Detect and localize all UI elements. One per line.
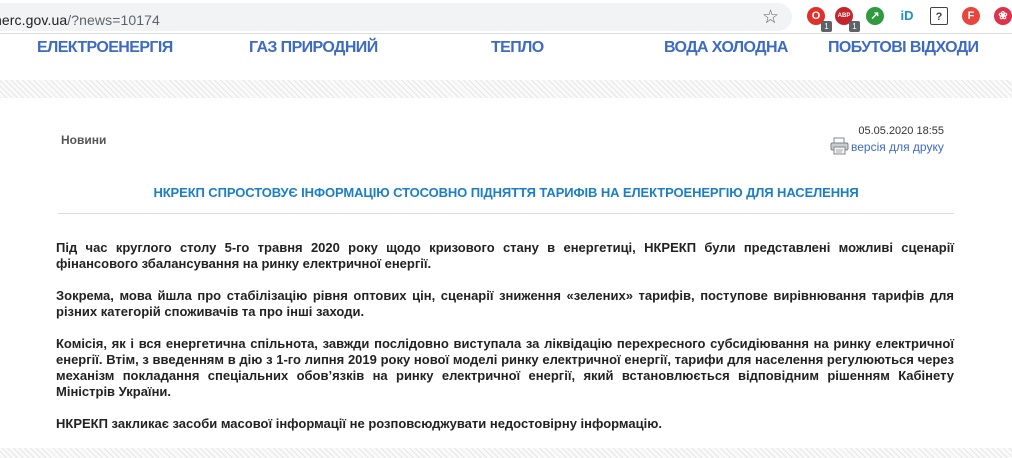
main-navigation: ЕЛЕКТРОЕНЕРГІЯ ГАЗ ПРИРОДНИЙ ТЕПЛО ВОДА … [0, 34, 1012, 80]
help-ext-glyph: ? [930, 7, 948, 25]
article-paragraph: Під час круглого столу 5-го травня 2020 … [56, 240, 954, 271]
id-ext-icon[interactable]: iD [898, 7, 918, 27]
id-ext-glyph: iD [898, 7, 916, 25]
url-path: /?news=10174 [67, 12, 160, 28]
nav-item-electricity[interactable]: ЕЛЕКТРОЕНЕРГІЯ [37, 39, 173, 57]
f-ext-glyph: F [962, 7, 980, 25]
extension-badge: 1 [849, 21, 860, 32]
article-body: Під час круглого столу 5-го травня 2020 … [56, 240, 954, 448]
title-divider [58, 213, 954, 214]
header-divider-band [0, 80, 1012, 98]
help-ext-icon[interactable]: ? [930, 7, 950, 27]
brain-ext-icon[interactable]: ❀ [994, 7, 1012, 27]
nav-item-heat[interactable]: ТЕПЛО [491, 39, 544, 57]
printer-icon [830, 137, 849, 155]
url-text[interactable]: nerc.gov.ua/?news=10174 [0, 12, 160, 28]
publication-date: 05.05.2020 18:55 [858, 125, 944, 137]
nav-item-natural-gas[interactable]: ГАЗ ПРИРОДНИЙ [249, 39, 378, 57]
privat-ext-icon[interactable]: ↗ [866, 7, 886, 27]
article-paragraph: Комісія, як і вся енергетична спільнота,… [56, 336, 954, 399]
address-bar[interactable]: e nerc.gov.ua/?news=10174 [0, 3, 792, 31]
article-paragraph: Зокрема, мова йшла про стабілізацію рівн… [56, 288, 954, 319]
brain-ext-glyph: ❀ [994, 7, 1012, 25]
nav-item-cold-water[interactable]: ВОДА ХОЛОДНА [664, 39, 788, 57]
privat-ext-glyph: ↗ [866, 7, 884, 25]
print-version-label: версія для друку [851, 140, 944, 154]
f-ext-icon[interactable]: F [962, 7, 982, 27]
bookmark-star-icon[interactable]: ☆ [762, 6, 779, 29]
adblock-ext-icon[interactable]: ABP 1 [835, 7, 860, 32]
opera-ext-icon[interactable]: O1 [807, 7, 832, 32]
extension-badge: 1 [821, 21, 832, 32]
article-title: НКРЕКП СПРОСТОВУЄ ІНФОРМАЦІЮ СТОСОВНО ПІ… [153, 185, 859, 200]
browser-toolbar: e nerc.gov.ua/?news=10174 ☆ O1ABP1 ↗ iD? F ❀ [0, 0, 1012, 34]
url-host: nerc.gov.ua [0, 12, 68, 28]
article-container: Новини 05.05.2020 18:55 версія для друку… [0, 98, 1012, 448]
article-paragraph: НКРЕКП закликає засоби масової інформаці… [56, 416, 662, 431]
footer-divider-band [0, 448, 1012, 458]
nav-item-household-waste[interactable]: ПОБУТОВІ ВІДХОДИ [828, 39, 979, 57]
section-label: Новини [61, 133, 107, 147]
